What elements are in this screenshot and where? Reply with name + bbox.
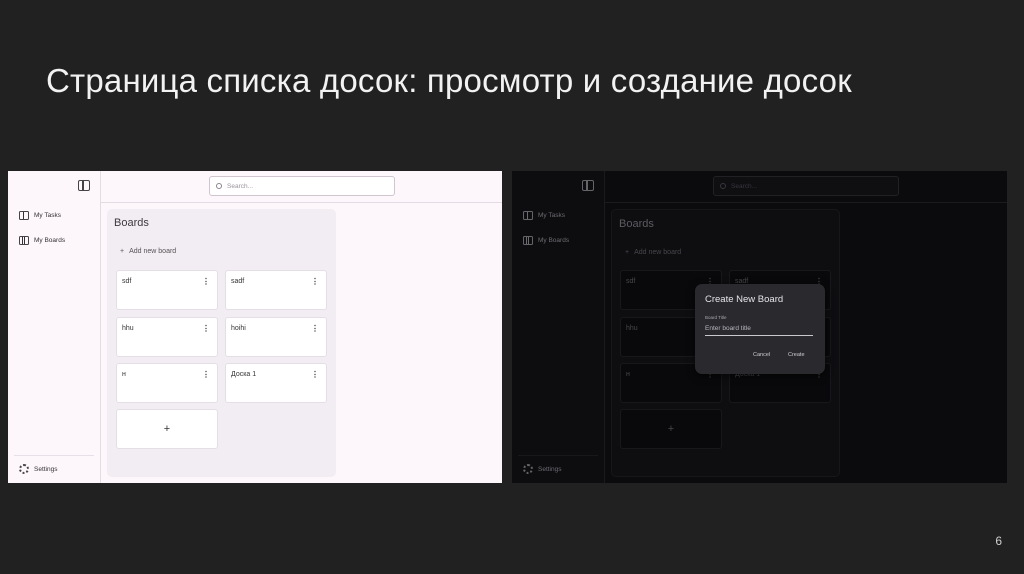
- sidebar-item-my-tasks[interactable]: My Tasks: [19, 211, 61, 220]
- sidebar-toggle-icon[interactable]: [78, 180, 90, 191]
- sidebar-item-label: Settings: [34, 465, 58, 473]
- more-menu-icon[interactable]: ⋮: [202, 324, 210, 333]
- board-card[interactable]: н ⋮: [116, 363, 218, 403]
- dialog-title: Create New Board: [705, 294, 784, 305]
- board-card[interactable]: sdf ⋮: [116, 270, 218, 310]
- slide-title: Страница списка досок: просмотр и создан…: [46, 62, 852, 99]
- board-name: hoihi: [231, 325, 246, 332]
- add-board-card[interactable]: +: [116, 409, 218, 449]
- page-number: 6: [995, 534, 1002, 548]
- board-name: н: [122, 371, 126, 378]
- create-board-dialog: Create New Board Board Title Cancel Crea…: [695, 284, 825, 374]
- board-name: sadf: [231, 278, 245, 285]
- add-new-board-button[interactable]: + Add new board: [120, 248, 176, 255]
- boards-title: Boards: [114, 217, 149, 229]
- board-title-label: Board Title: [705, 315, 727, 320]
- gear-icon: [19, 464, 29, 474]
- search-placeholder: Search...: [227, 182, 254, 190]
- sidebar-item-settings[interactable]: Settings: [19, 464, 58, 474]
- search-input[interactable]: Search...: [209, 176, 395, 196]
- sidebar-item-my-boards[interactable]: My Boards: [19, 236, 65, 245]
- light-theme-screenshot: My Tasks My Boards Settings Search... Bo…: [8, 171, 502, 483]
- more-menu-icon[interactable]: ⋮: [311, 277, 319, 286]
- plus-icon: +: [163, 423, 171, 435]
- create-button[interactable]: Create: [786, 350, 807, 360]
- top-bar: Search...: [101, 171, 502, 203]
- more-menu-icon[interactable]: ⋮: [202, 370, 210, 379]
- add-new-board-label: Add new board: [129, 248, 177, 255]
- more-menu-icon[interactable]: ⋮: [202, 277, 210, 286]
- cancel-button[interactable]: Cancel: [751, 350, 772, 360]
- plus-icon: +: [120, 248, 125, 255]
- board-icon: [19, 236, 29, 245]
- board-card[interactable]: Доска 1 ⋮: [225, 363, 327, 403]
- board-title-input[interactable]: [705, 322, 813, 336]
- dark-theme-screenshot: My Tasks My Boards Settings Search... Bo…: [512, 171, 1007, 483]
- board-card[interactable]: sadf ⋮: [225, 270, 327, 310]
- divider: [14, 455, 94, 456]
- sidebar-item-label: My Tasks: [34, 212, 61, 219]
- board-card[interactable]: hhu ⋮: [116, 317, 218, 357]
- board-name: sdf: [122, 278, 132, 285]
- book-icon: [19, 211, 29, 220]
- board-card[interactable]: hoihi ⋮: [225, 317, 327, 357]
- more-menu-icon[interactable]: ⋮: [311, 370, 319, 379]
- sidebar-item-label: My Boards: [34, 237, 66, 244]
- more-menu-icon[interactable]: ⋮: [311, 324, 319, 333]
- search-icon: [216, 183, 222, 189]
- sidebar: My Tasks My Boards Settings: [8, 171, 101, 483]
- board-name: hhu: [122, 325, 134, 332]
- board-name: Доска 1: [231, 371, 257, 378]
